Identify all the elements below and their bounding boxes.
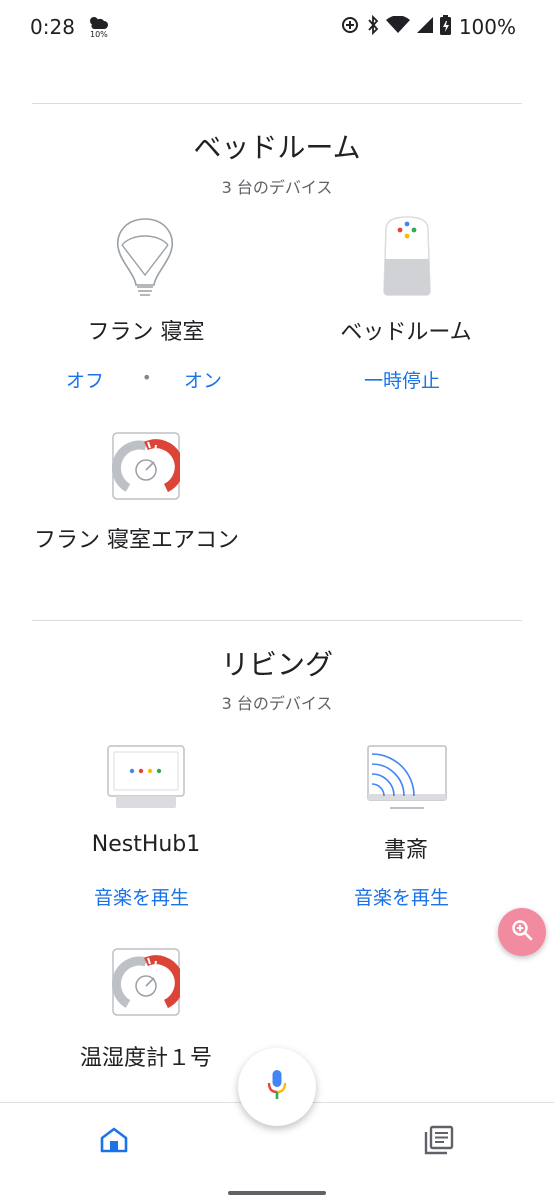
weather-icon: 10% <box>88 14 110 40</box>
cast-tv-icon[interactable] <box>366 744 448 816</box>
nest-hub-icon[interactable] <box>106 744 186 814</box>
status-bar: 0:28 10% 100% <box>0 0 554 56</box>
battery-percent: 100% <box>458 15 516 39</box>
battery-icon <box>439 15 451 39</box>
device-name[interactable]: 温湿度計１号 <box>56 1040 236 1072</box>
status-time: 0:28 <box>30 15 75 39</box>
pause-button[interactable]: 一時停止 <box>364 366 440 393</box>
device-name[interactable]: ベッドルーム <box>316 314 496 346</box>
device-name[interactable]: フラン 寝室エアコン <box>34 522 260 554</box>
section-divider <box>32 103 522 104</box>
play-music-button[interactable]: 音楽を再生 <box>94 883 189 910</box>
device-name[interactable]: フラン 寝室 <box>56 314 236 346</box>
feed-icon[interactable] <box>424 1125 454 1159</box>
data-saver-icon <box>340 15 360 39</box>
room-device-count: 3 台のデバイス <box>221 178 333 197</box>
bulb-icon[interactable] <box>112 215 178 303</box>
action-separator: • <box>142 368 152 387</box>
section-divider <box>32 620 522 621</box>
room-device-count: 3 台のデバイス <box>221 694 333 713</box>
play-music-button[interactable]: 音楽を再生 <box>354 883 449 910</box>
zoom-in-icon <box>511 919 533 945</box>
home-icon[interactable] <box>100 1127 128 1157</box>
assistant-mic-button[interactable] <box>238 1048 316 1126</box>
gesture-bar <box>228 1191 326 1195</box>
weather-percent: 10% <box>90 30 108 39</box>
device-name[interactable]: NestHub1 <box>56 832 236 857</box>
room-title: ベッドルーム <box>193 131 361 164</box>
microphone-icon <box>266 1069 288 1105</box>
room-title: リビング <box>220 648 333 681</box>
wifi-icon <box>385 15 410 38</box>
gauge-icon[interactable] <box>111 432 184 504</box>
device-name[interactable]: 書斎 <box>316 832 496 864</box>
cell-signal-icon <box>416 16 434 38</box>
bluetooth-icon <box>366 14 380 39</box>
zoom-in-button[interactable] <box>498 908 546 956</box>
off-button[interactable]: オフ <box>66 366 104 393</box>
on-button[interactable]: オン <box>184 366 222 393</box>
gauge-icon[interactable] <box>111 948 184 1020</box>
google-home-speaker-icon[interactable] <box>380 215 434 301</box>
